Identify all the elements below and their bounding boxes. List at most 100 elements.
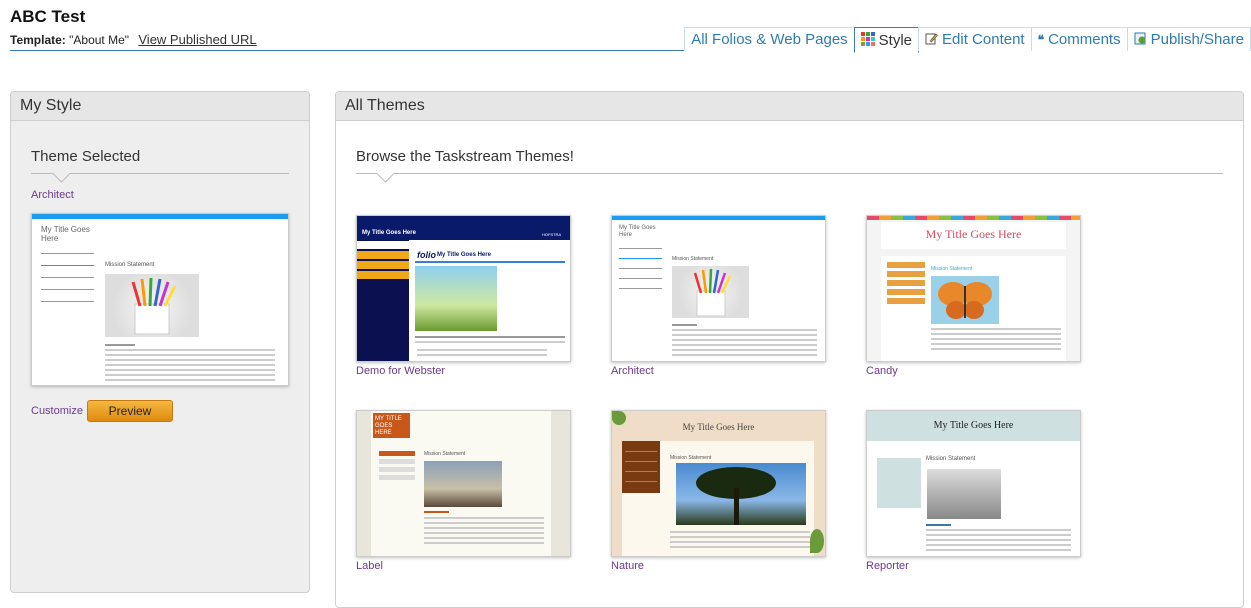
painting-image bbox=[424, 461, 502, 507]
thumb-nav-block bbox=[622, 441, 660, 493]
tab-all-folios-label: All Folios & Web Pages bbox=[691, 31, 848, 48]
thumb-text bbox=[670, 541, 810, 543]
thumb-text bbox=[672, 354, 817, 356]
thumb-text bbox=[931, 338, 1061, 340]
selected-theme-name[interactable]: Architect bbox=[31, 189, 74, 201]
thumb-mission: Mission Statement bbox=[670, 455, 712, 461]
customize-link[interactable]: Customize bbox=[31, 405, 83, 417]
theme-thumbnail-demo-webster[interactable]: My Title Goes Here HOFSTRA folio My Titl… bbox=[356, 215, 571, 362]
thumb-text bbox=[105, 369, 275, 371]
selected-theme-thumbnail[interactable]: My Title Goes Here Mission Statement bbox=[31, 213, 289, 386]
thumb-text bbox=[672, 339, 817, 341]
baseball-image bbox=[927, 469, 1001, 519]
thumb-mission: Mission Statement bbox=[931, 266, 973, 272]
thumb-text bbox=[672, 349, 817, 351]
thumb-nav-line bbox=[619, 248, 662, 249]
color-grid-icon bbox=[860, 31, 875, 49]
thumb-title: MY TITLE GOES HERE bbox=[375, 416, 402, 436]
thumb-nav-line bbox=[625, 481, 657, 482]
my-style-heading: My Style bbox=[11, 92, 309, 121]
template-label: Template: bbox=[10, 33, 66, 47]
thumb-text bbox=[105, 354, 275, 356]
all-themes-heading: All Themes bbox=[336, 92, 1243, 121]
thumb-nav bbox=[357, 251, 409, 259]
tree-image bbox=[676, 463, 806, 525]
thumb-nav bbox=[357, 261, 409, 269]
theme-thumbnail-architect[interactable]: My Title Goes Here Mission Statement bbox=[611, 215, 826, 362]
tab-publish-share[interactable]: Publish/Share bbox=[1126, 27, 1251, 51]
theme-name-architect[interactable]: Architect bbox=[611, 365, 654, 377]
thumb-title: My Title Goes Here bbox=[619, 225, 656, 238]
leaf-decoration bbox=[810, 529, 824, 553]
thumb-top-bar bbox=[32, 214, 288, 219]
preview-button[interactable]: Preview bbox=[87, 400, 173, 422]
thumb-text bbox=[670, 546, 810, 548]
thumb-text bbox=[672, 334, 817, 336]
thumb-text bbox=[415, 341, 565, 343]
theme-thumbnail-nature[interactable]: My Title Goes Here Mission Statement bbox=[611, 410, 826, 557]
thumb-rule bbox=[415, 261, 565, 263]
tab-edit-content[interactable]: Edit Content bbox=[918, 27, 1032, 51]
theme-name-reporter[interactable]: Reporter bbox=[866, 560, 909, 572]
edit-icon bbox=[925, 32, 938, 48]
tab-publish-share-label: Publish/Share bbox=[1150, 31, 1244, 48]
thumb-text bbox=[424, 542, 544, 544]
theme-thumbnail-reporter[interactable]: My Title Goes Here Mission Statement bbox=[866, 410, 1081, 557]
thumb-nav-line bbox=[619, 258, 662, 259]
thumb-text bbox=[105, 379, 275, 381]
browse-heading: Browse the Taskstream Themes! bbox=[356, 148, 574, 165]
leaf-decoration bbox=[612, 411, 626, 425]
thumb-text bbox=[105, 374, 275, 376]
thumb-text bbox=[931, 328, 1061, 330]
browse-divider bbox=[356, 173, 1223, 174]
thumb-nav-line bbox=[625, 451, 657, 452]
thumb-text bbox=[926, 529, 1071, 531]
view-published-url-link[interactable]: View Published URL bbox=[138, 32, 256, 47]
thumb-nav-line bbox=[625, 471, 657, 472]
thumb-text bbox=[424, 537, 544, 539]
theme-name-candy[interactable]: Candy bbox=[866, 365, 898, 377]
tab-comments[interactable]: ❝ Comments bbox=[1030, 27, 1128, 51]
template-info: Template: "About Me" View Published URL bbox=[10, 32, 257, 47]
thumb-text bbox=[424, 511, 449, 513]
thumb-text bbox=[424, 517, 544, 519]
thumb-nav bbox=[357, 241, 409, 249]
theme-name-nature[interactable]: Nature bbox=[611, 560, 644, 572]
thumb-nav-line bbox=[41, 277, 94, 278]
tab-all-folios[interactable]: All Folios & Web Pages bbox=[684, 27, 855, 51]
thumb-nav bbox=[887, 289, 925, 295]
tab-style[interactable]: Style bbox=[853, 27, 920, 53]
thumb-nav bbox=[379, 467, 415, 472]
thumb-nav bbox=[887, 271, 925, 277]
thumb-mission: Mission Statement bbox=[105, 262, 155, 268]
pencils-image bbox=[672, 266, 749, 318]
theme-thumbnail-label[interactable]: MY TITLE GOES HERE Mission Statement bbox=[356, 410, 571, 557]
thumb-text bbox=[670, 531, 810, 533]
thumb-nav-line bbox=[41, 289, 94, 290]
thumb-stripes bbox=[867, 216, 1080, 220]
thumb-text bbox=[672, 329, 817, 331]
thumb-nav bbox=[887, 280, 925, 286]
thumb-nav bbox=[887, 298, 925, 304]
theme-thumbnail-candy[interactable]: My Title Goes Here Mission Statement bbox=[866, 215, 1081, 362]
thumb-text bbox=[417, 349, 547, 351]
thumb-nav-line bbox=[41, 265, 94, 266]
thumb-text bbox=[672, 344, 817, 346]
page-title: ABC Test bbox=[10, 7, 86, 26]
thumb-nav-line bbox=[619, 268, 662, 269]
thumb-text bbox=[926, 549, 1071, 551]
thumb-text bbox=[931, 348, 1061, 350]
thumb-text bbox=[105, 349, 275, 351]
thumb-text bbox=[424, 532, 544, 534]
theme-name-label[interactable]: Label bbox=[356, 560, 383, 572]
thumb-nav-line bbox=[619, 278, 662, 279]
thumb-text bbox=[105, 364, 275, 366]
tab-comments-label: Comments bbox=[1048, 31, 1121, 48]
tab-style-label: Style bbox=[878, 31, 913, 49]
thumb-mission: Mission Statement bbox=[424, 451, 466, 457]
pencils-image bbox=[105, 274, 199, 337]
theme-name-demo-webster[interactable]: Demo for Webster bbox=[356, 365, 445, 377]
thumb-nav bbox=[379, 459, 415, 464]
thumb-title: My Title Goes Here bbox=[925, 227, 1022, 241]
tab-bar: All Folios & Web Pages Style Edit Conten… bbox=[684, 27, 1251, 53]
